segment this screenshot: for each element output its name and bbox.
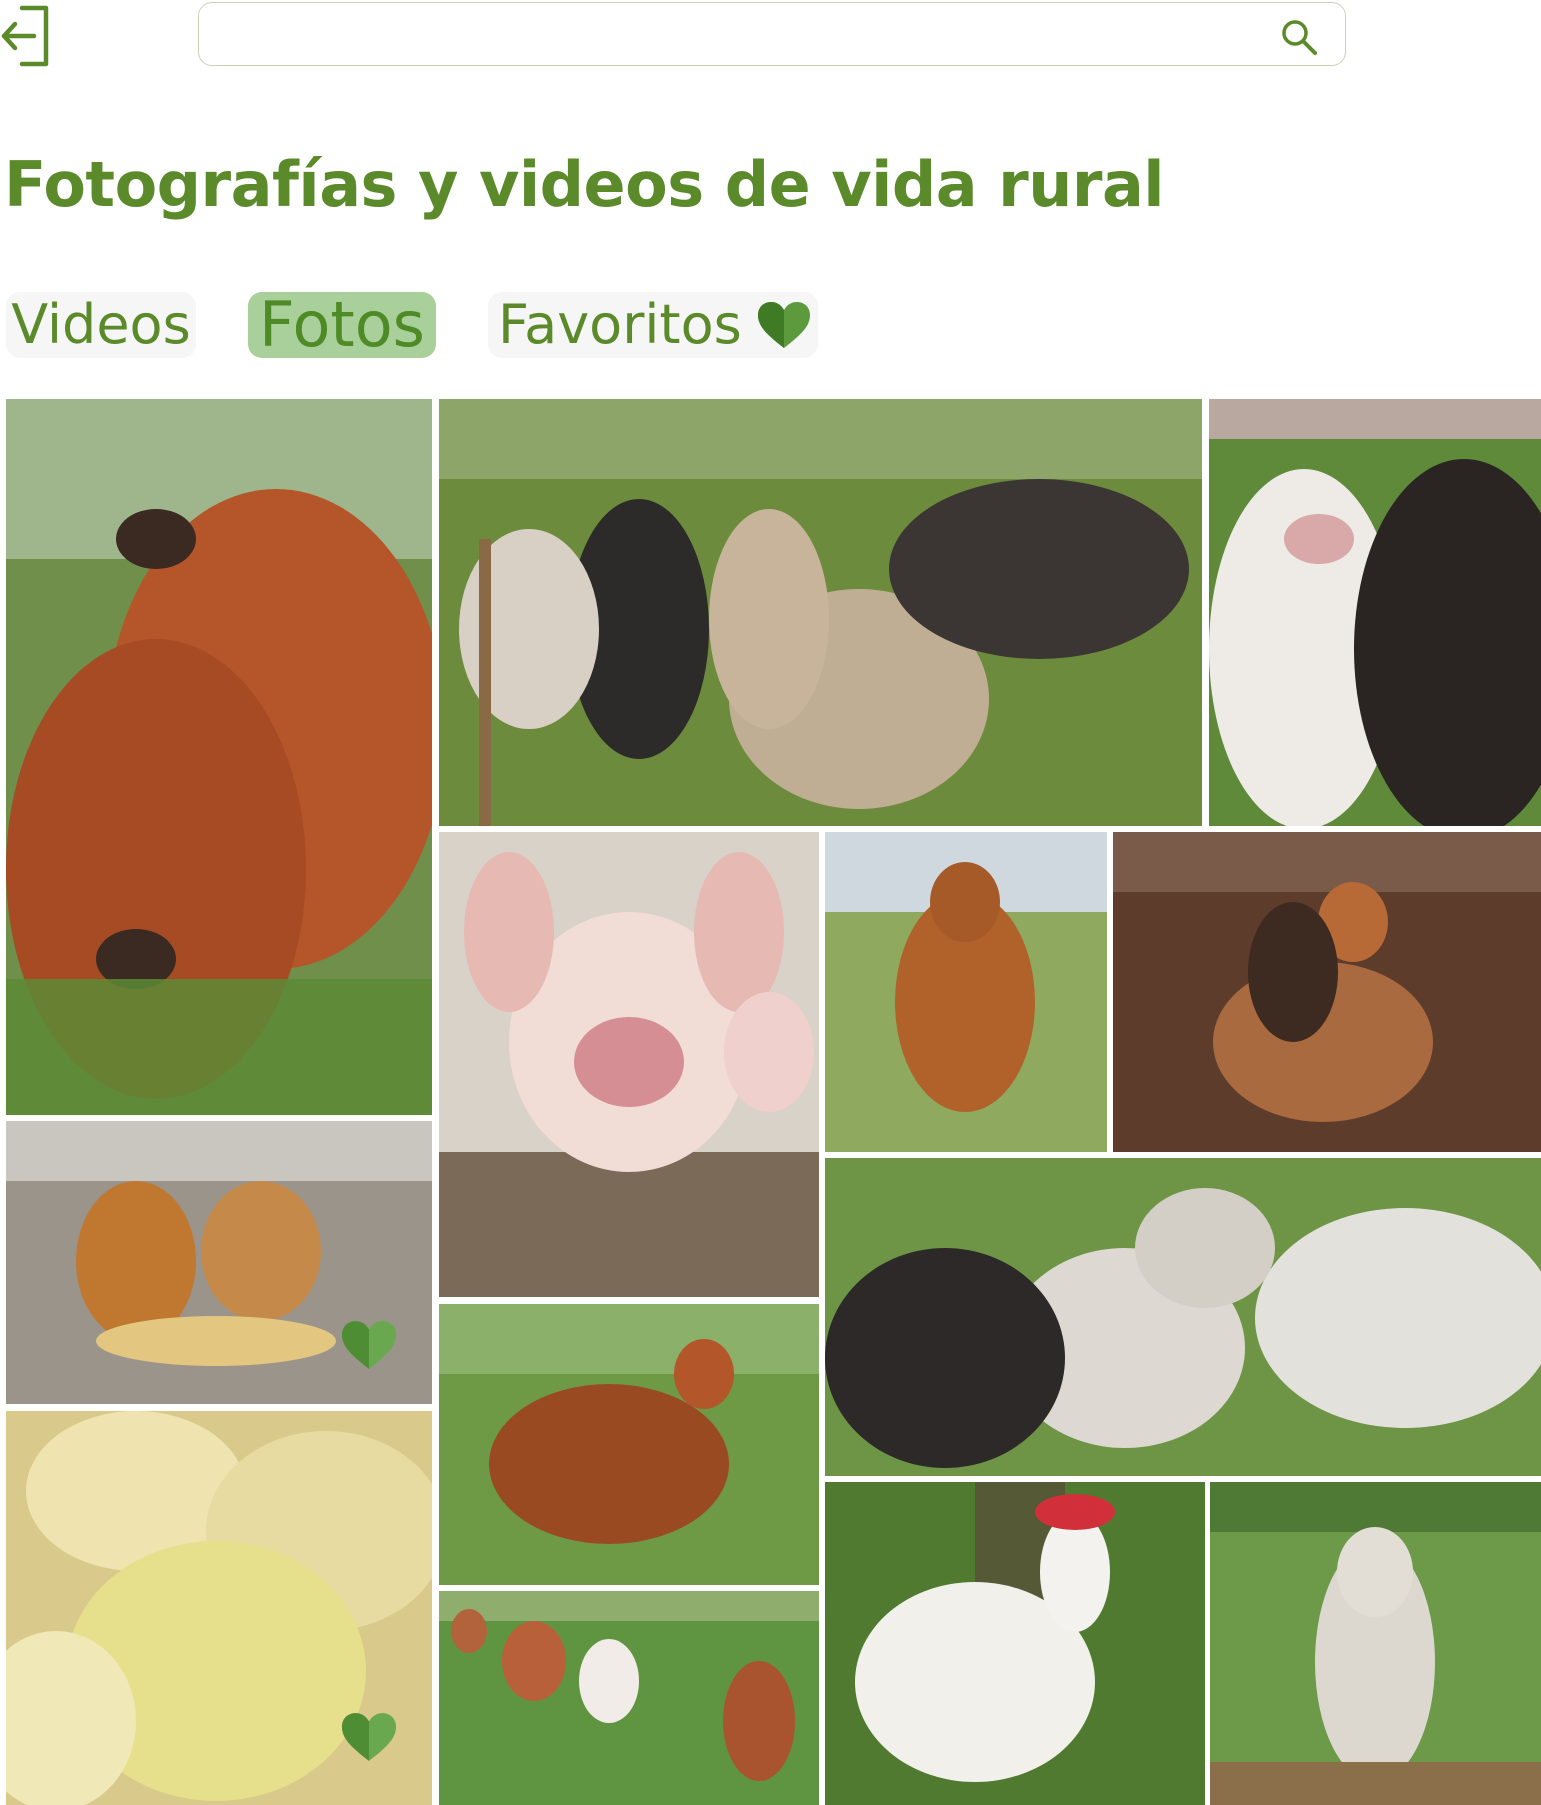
tab-favoritos[interactable]: Favoritos (488, 292, 818, 358)
photo-group-of-cattle[interactable] (825, 1158, 1541, 1476)
search-input[interactable] (217, 13, 1261, 57)
favorite-heart-icon[interactable] (339, 1711, 399, 1763)
tab-fotos[interactable]: Fotos (248, 292, 436, 358)
tab-favoritos-label: Favoritos (498, 293, 742, 356)
tab-fotos-label: Fotos (259, 288, 425, 361)
photo-two-calves-closeup[interactable] (1209, 399, 1541, 826)
search-icon[interactable] (1279, 17, 1319, 57)
heart-icon (757, 302, 810, 348)
photo-white-cow-in-pasture[interactable] (1210, 1482, 1541, 1805)
photo-brown-brahman-bull[interactable] (825, 832, 1107, 1152)
page-title: Fotografías y videos de vida rural (4, 148, 1165, 221)
logout-arrow-left-icon (1, 5, 49, 67)
photo-two-brown-calves[interactable] (6, 399, 432, 1115)
search-bar (198, 2, 1346, 66)
photo-pigs-running[interactable] (439, 1591, 819, 1805)
tab-videos[interactable]: Videos (6, 292, 196, 358)
photo-white-rooster[interactable] (825, 1482, 1205, 1805)
favorite-heart-icon[interactable] (339, 1319, 399, 1371)
tab-videos-label: Videos (11, 293, 191, 356)
photo-cattle-herd-at-fence[interactable] (439, 399, 1202, 826)
photo-piglet-closeup[interactable] (439, 832, 819, 1297)
photo-brown-hen-on-grass[interactable] (439, 1304, 819, 1585)
logout-button[interactable] (0, 2, 52, 68)
photo-yellow-chicks[interactable] (6, 1411, 432, 1805)
photo-hens-with-chicks[interactable] (6, 1121, 432, 1404)
photo-brown-hen-sitting[interactable] (1113, 832, 1541, 1152)
